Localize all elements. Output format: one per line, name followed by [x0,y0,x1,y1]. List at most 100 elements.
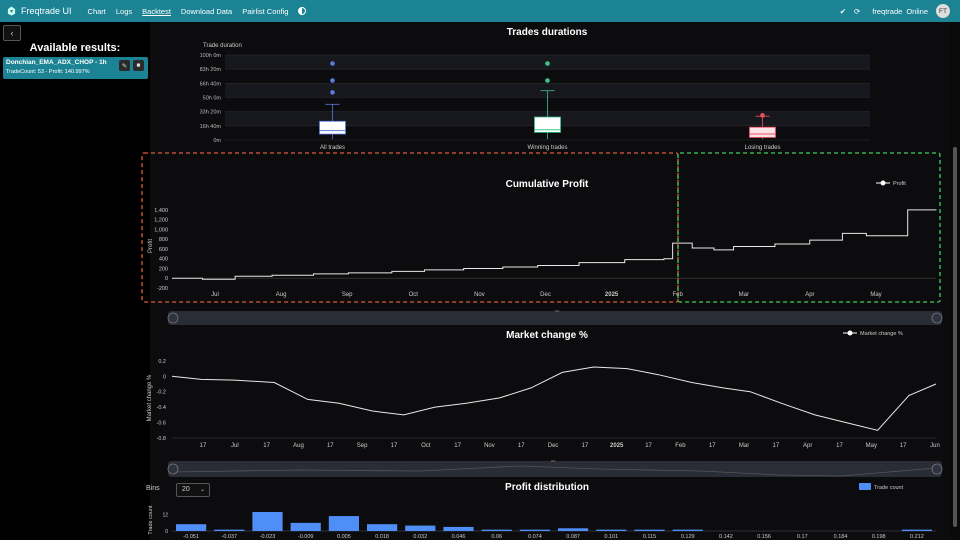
x-tick-label: 17 [900,443,907,449]
y-tick-label: 800 [159,237,168,243]
histogram-bar [367,524,398,531]
zoom-grip-icon[interactable]: ═ [554,309,560,315]
y-tick-label: -0.4 [157,405,166,411]
x-tick-label: Jun [930,443,940,449]
histogram-bar [596,529,627,531]
x-tick-label: Nov [474,292,485,298]
y-axis-label: Profit [148,239,154,253]
x-tick-label: Oct [409,292,419,298]
bins-label: Bins [146,485,160,492]
histogram-bar [405,525,436,531]
x-tick-label: 17 [709,443,716,449]
x-tick-label: 0.198 [872,534,886,540]
zoom-handle-right[interactable] [931,463,943,475]
x-tick-label: Nov [484,443,495,449]
y-tick-label: 0 [163,374,166,380]
zoom-handle-left[interactable] [167,312,179,324]
y-tick-label: 0 [165,529,168,535]
y-tick-label: 50h 0m [203,96,222,102]
x-tick-label: 0.018 [375,534,389,540]
y-tick-label: 400 [159,257,168,263]
legend[interactable]: Profit [876,180,906,188]
legend-marker [859,483,871,490]
y-tick-label: 0m [213,138,221,144]
histogram-bar [558,528,589,531]
x-tick-label: Jul [211,292,219,298]
y-axis-label: Trade duration [203,43,242,49]
histogram-bar [328,516,359,531]
zoom-slider[interactable]: ═ [167,459,943,477]
chart-title: Profit distribution [505,482,589,493]
box [319,120,346,135]
legend-marker [847,330,853,336]
x-tick-label: All trades [320,145,345,151]
x-tick-label: 17 [263,443,270,449]
x-tick-label: 0.101 [604,534,618,540]
zoom-handle-left[interactable] [167,463,179,475]
x-tick-label: 0.06 [491,534,502,540]
outlier-point [545,78,550,83]
profit-distribution-chart: Profit distribution Trade count Trade co… [148,482,936,540]
y-axis-label: Market change % [147,374,153,421]
profit-line [172,209,937,280]
x-tick-label: 0.005 [337,534,351,540]
x-tick-label: 0.212 [910,534,924,540]
x-tick-label: Apr [803,443,812,449]
histogram-bar [672,529,703,531]
x-tick-label: Feb [675,443,686,449]
legend[interactable]: Trade count [859,483,904,491]
zoom-slider[interactable]: ═ [167,309,943,325]
y-tick-label: 1,200 [154,218,168,224]
x-tick-label: 17 [327,443,334,449]
x-tick-label: 0.184 [834,534,848,540]
histogram-bar [519,529,550,531]
highlight-box-green [677,152,941,303]
x-tick-label: Apr [805,292,814,298]
market-change-chart: Market change % Market change % Market c… [147,330,940,449]
y-axis-label: Trade count [148,505,154,535]
y-tick-label: 0 [165,276,168,282]
zoom-grip-icon[interactable]: ═ [550,459,556,465]
chevron-down-icon: ⌄ [199,487,205,493]
box [749,126,776,138]
y-tick-label: -0.6 [157,421,166,427]
x-tick-label: 17 [773,443,780,449]
x-tick-label: Sep [342,292,353,298]
x-tick-label: 0.115 [643,534,656,540]
outlier-point [330,61,335,66]
x-tick-label: 0.156 [757,534,771,540]
x-tick-label: Dec [548,443,559,449]
x-tick-label: Winning trades [527,145,567,151]
trades-durations-chart: Trades durations Trade duration 100h 0m 8… [200,27,870,151]
y-tick-label: 16h 40m [200,124,222,130]
y-tick-label: 1,000 [154,227,168,233]
x-tick-label: Mar [739,443,749,449]
x-tick-label: Sep [357,443,368,449]
legend-label: Profit [893,181,906,187]
chart-title: Cumulative Profit [506,179,589,190]
x-tick-label: May [870,292,881,298]
x-tick-label: Losing trades [744,145,780,151]
x-tick-label: 17 [645,443,652,449]
y-tick-label: 33h 20m [200,110,222,116]
outlier-point [545,61,550,66]
y-tick-label: 83h 20m [200,67,222,73]
x-tick-label: 0.17 [797,534,808,540]
legend-label: Trade count [874,485,904,491]
bins-select[interactable]: 20 ⌄ [176,483,210,497]
outlier-point [330,90,335,95]
x-tick-label: Oct [421,443,431,449]
histogram-bar [901,529,932,531]
legend[interactable]: Market change % [843,330,903,338]
legend-label: Market change % [860,331,903,337]
x-tick-label: -0.037 [221,534,237,540]
y-tick-label: -200 [157,286,168,292]
x-tick-label: 17 [518,443,525,449]
histogram-bar [443,526,474,531]
x-tick-label: 17 [582,443,589,449]
zoom-handle-right[interactable] [931,312,943,324]
x-tick-label: 0.032 [413,534,427,540]
x-tick-label: Aug [293,443,304,449]
histogram-bar [214,529,245,531]
x-tick-label: 0.129 [681,534,695,540]
